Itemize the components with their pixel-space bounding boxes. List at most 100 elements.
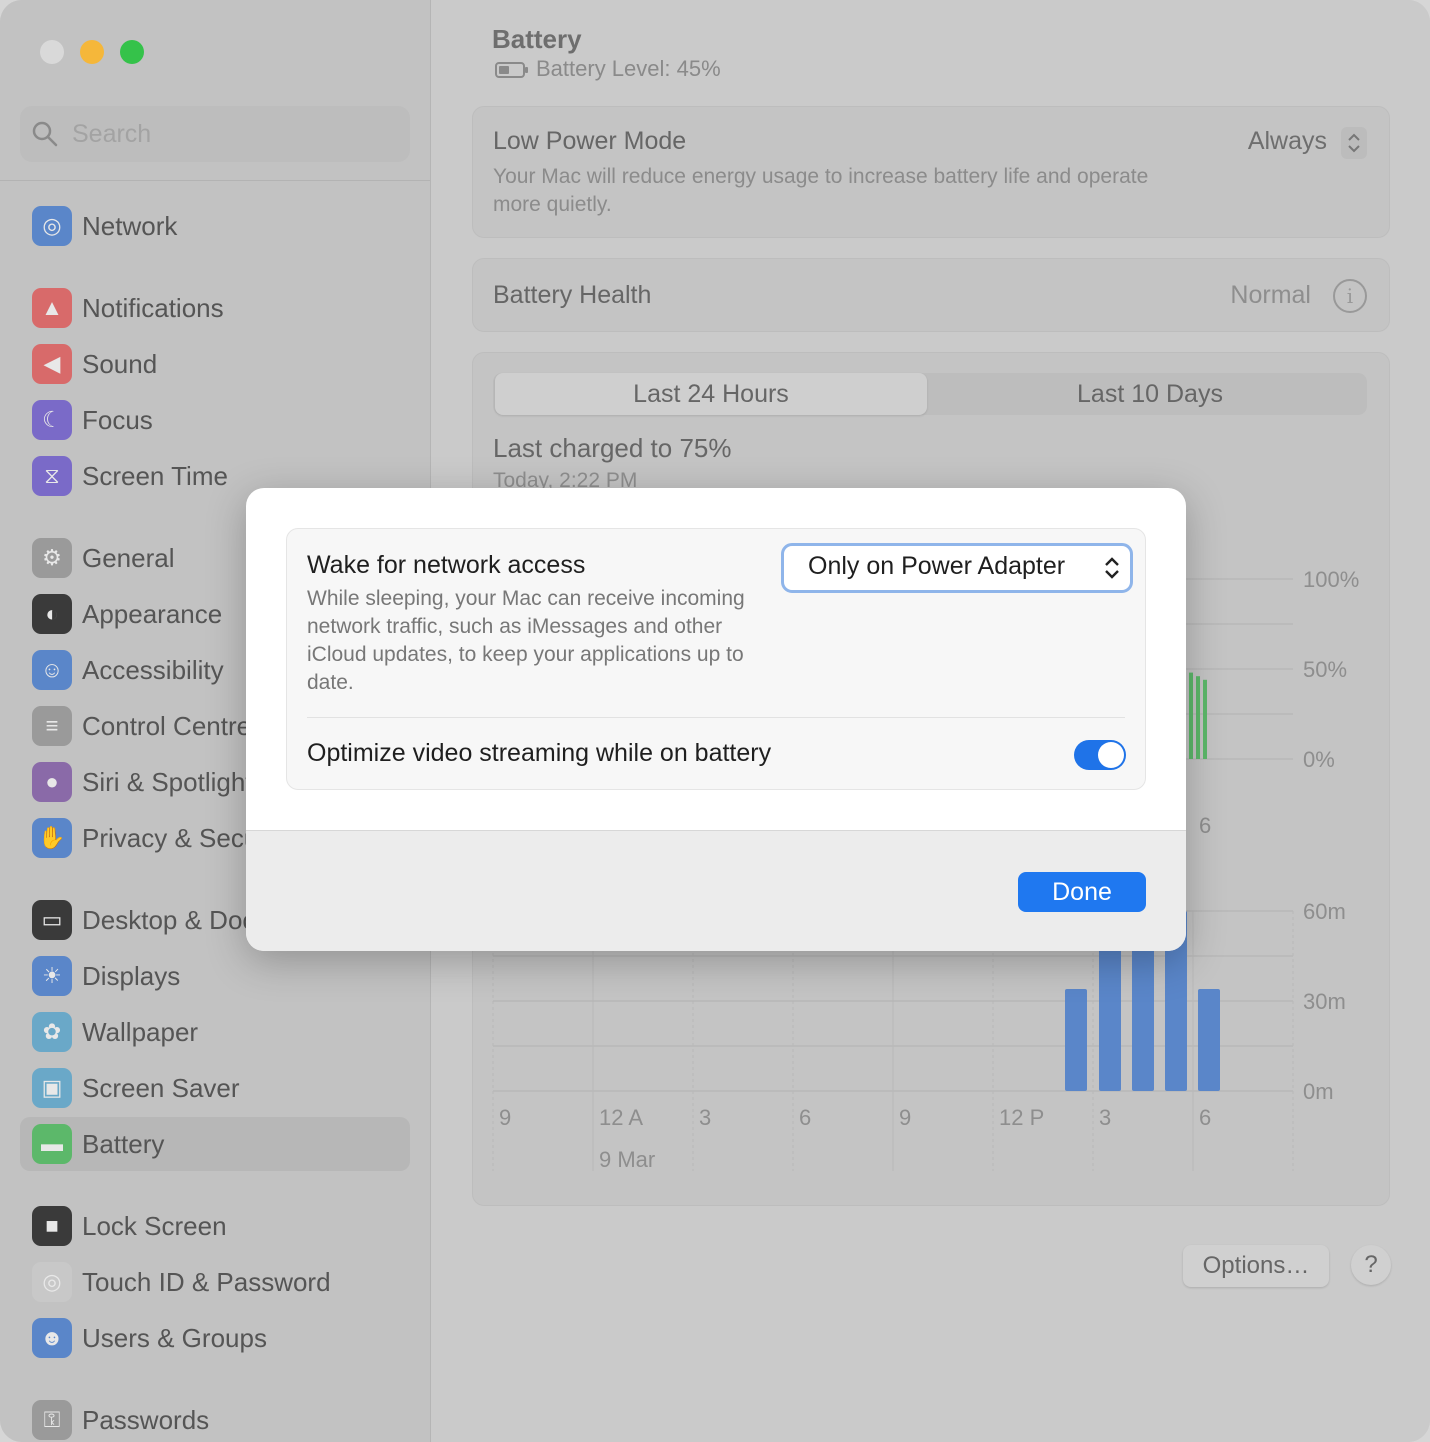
sidebar-item-displays[interactable]: ☀ Displays	[20, 949, 410, 1003]
chart2-y-tick: 60m	[1303, 899, 1346, 924]
battery-level: Battery Level: 45%	[536, 56, 721, 81]
sidebar-item-label: Siri & Spotlight	[82, 767, 253, 797]
chart2-y-tick: 30m	[1303, 989, 1346, 1014]
chart2-date-label: 9 Mar	[599, 1147, 655, 1172]
low-power-mode-value[interactable]: Always	[1248, 127, 1327, 156]
appearance-icon: ◐	[32, 594, 72, 634]
card-divider	[307, 717, 1125, 718]
wake-network-popup[interactable]: Only on Power Adapter	[781, 543, 1133, 593]
done-button[interactable]: Done	[1018, 872, 1146, 912]
battery-icon	[495, 62, 525, 78]
sidebar-item-label: Lock Screen	[82, 1211, 227, 1241]
chart1-x-tick: 6	[1199, 813, 1211, 838]
chart2-x-tick: 3	[699, 1105, 711, 1130]
battery-icon: ▬	[32, 1124, 72, 1164]
users-icon: ☻	[32, 1318, 72, 1358]
options-sheet: Wake for network access While sleeping, …	[246, 488, 1186, 951]
wake-network-title: Wake for network access	[307, 551, 586, 579]
sidebar-item-label: Control Centre	[82, 711, 252, 741]
wake-network-description: While sleeping, your Mac can receive inc…	[307, 587, 745, 694]
siri-icon: ●	[32, 762, 72, 802]
sidebar-item-label: Focus	[82, 405, 153, 435]
sheet-footer: Done	[246, 830, 1186, 951]
toggle-knob	[1098, 742, 1124, 768]
chevron-updown-icon	[1105, 557, 1119, 579]
lock-icon: ■	[32, 1206, 72, 1246]
key-icon: ⚿	[32, 1400, 72, 1440]
globe-icon: ◎	[32, 206, 72, 246]
options-button[interactable]: Options…	[1183, 1245, 1329, 1287]
speaker-icon: ◀	[32, 344, 72, 384]
battery-health-title: Battery Health	[493, 281, 652, 309]
screensaver-icon: ▣	[32, 1068, 72, 1108]
sidebar-item-network[interactable]: ◎ Network	[20, 199, 410, 253]
search-placeholder: Search	[72, 120, 152, 148]
chevron-updown-icon[interactable]	[1341, 127, 1367, 159]
search-field[interactable]: Search	[20, 106, 410, 162]
chart2-x-tick: 9	[499, 1105, 511, 1130]
sidebar-item-label: Accessibility	[82, 655, 224, 685]
sun-icon: ☀	[32, 956, 72, 996]
sidebar-item-label: Touch ID & Password	[82, 1267, 331, 1297]
battery-health-panel: Battery Health Normal i	[472, 258, 1390, 332]
sidebar-item-label: Network	[82, 211, 178, 241]
chart2-x-tick: 6	[799, 1105, 811, 1130]
optimize-video-title: Optimize video streaming while on batter…	[307, 739, 772, 767]
wake-network-value: Only on Power Adapter	[808, 552, 1066, 580]
info-icon[interactable]: i	[1333, 279, 1367, 313]
low-power-mode-panel: Low Power Mode Your Mac will reduce ener…	[472, 106, 1390, 238]
fingerprint-icon: ◎	[32, 1262, 72, 1302]
toggles-icon: ≡	[32, 706, 72, 746]
chart1-bar	[1196, 676, 1200, 759]
gear-icon: ⚙	[32, 538, 72, 578]
options-card: Wake for network access While sleeping, …	[286, 528, 1146, 790]
sidebar-item-touch-id-password[interactable]: ◎ Touch ID & Password	[20, 1255, 410, 1309]
sidebar-item-screen-saver[interactable]: ▣ Screen Saver	[20, 1061, 410, 1115]
chart2-x-tick: 12 P	[999, 1105, 1044, 1130]
low-power-mode-title: Low Power Mode	[493, 127, 687, 155]
search-icon	[32, 121, 58, 147]
chart1-y-tick: 50%	[1303, 657, 1347, 682]
sidebar-item-passwords[interactable]: ⚿ Passwords	[20, 1393, 410, 1442]
low-power-mode-description: Your Mac will reduce energy usage to inc…	[493, 165, 1149, 216]
bell-icon: ▲	[32, 288, 72, 328]
sidebar-item-users-groups[interactable]: ☻ Users & Groups	[20, 1311, 410, 1365]
accessibility-icon: ☺	[32, 650, 72, 690]
chart2-y-tick: 0m	[1303, 1079, 1334, 1104]
chart2-x-tick: 9	[899, 1105, 911, 1130]
sidebar-item-battery[interactable]: ▬ Battery	[20, 1117, 410, 1171]
sidebar-item-label: Displays	[82, 961, 181, 991]
sidebar-item-label: Notifications	[82, 293, 224, 323]
page-title: Battery	[492, 24, 582, 54]
close-window-button[interactable]	[40, 40, 64, 64]
zoom-window-button[interactable]	[120, 40, 144, 64]
moon-icon: ☾	[32, 400, 72, 440]
chart1-y-tick: 100%	[1303, 567, 1359, 592]
battery-tip	[525, 67, 528, 73]
chart2-x-tick: 3	[1099, 1105, 1111, 1130]
sidebar-item-focus[interactable]: ☾ Focus	[20, 393, 410, 447]
hand-icon: ✋	[32, 818, 72, 858]
hourglass-icon: ⧖	[32, 456, 72, 496]
dock-icon: ▭	[32, 900, 72, 940]
chart2-bar	[1065, 989, 1087, 1091]
chart1-bar	[1203, 679, 1207, 759]
sidebar-item-label: Battery	[82, 1129, 165, 1159]
sidebar-item-label: Screen Saver	[82, 1073, 240, 1103]
chart2-bar	[1198, 989, 1220, 1091]
sidebar-item-label: General	[82, 543, 175, 573]
help-button[interactable]: ?	[1351, 1245, 1391, 1285]
sidebar-item-sound[interactable]: ◀ Sound	[20, 337, 410, 391]
flower-icon: ✿	[32, 1012, 72, 1052]
sidebar-item-label: Wallpaper	[82, 1017, 199, 1047]
chart1-y-tick: 0%	[1303, 747, 1335, 772]
minimize-window-button[interactable]	[80, 40, 104, 64]
battery-health-value: Normal	[1230, 281, 1311, 309]
sidebar-item-label: Appearance	[82, 599, 223, 629]
chart2-x-tick: 12 A	[599, 1105, 643, 1130]
sidebar-item-notifications[interactable]: ▲ Notifications	[20, 281, 410, 335]
optimize-video-toggle[interactable]	[1074, 740, 1126, 770]
sidebar-item-label: Passwords	[82, 1405, 210, 1435]
sidebar-item-wallpaper[interactable]: ✿ Wallpaper	[20, 1005, 410, 1059]
sidebar-item-lock-screen[interactable]: ■ Lock Screen	[20, 1199, 410, 1253]
